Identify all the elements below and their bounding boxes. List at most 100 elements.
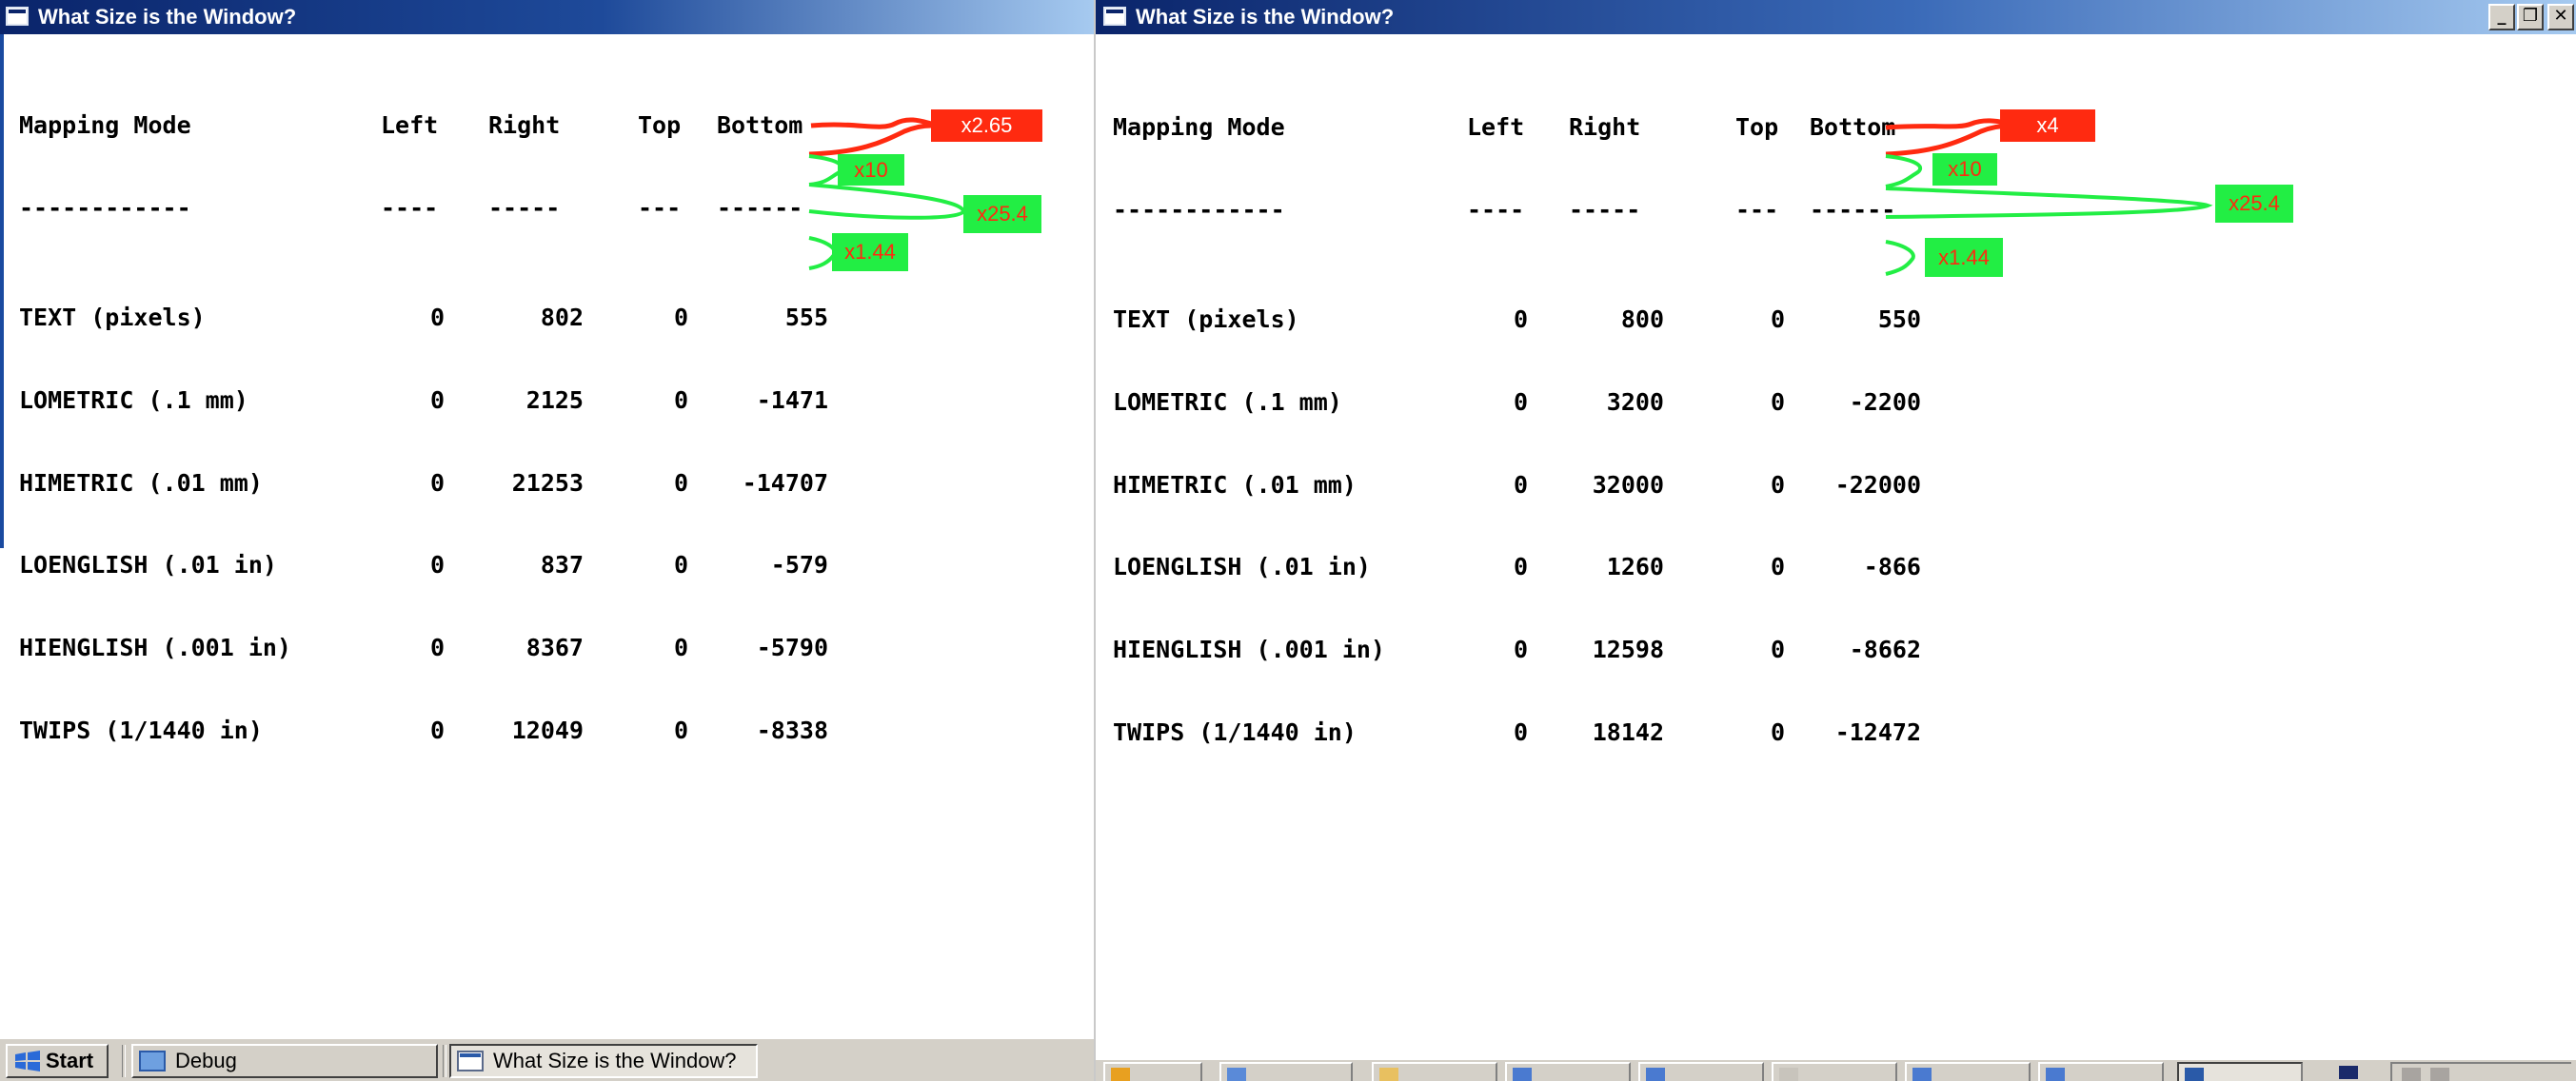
row-right-value: 1260	[1606, 553, 1664, 581]
ratio-label-text-lometric: x2.65	[931, 109, 1042, 142]
row-right-value: 12598	[1592, 636, 1664, 664]
window-icon	[2046, 1068, 2065, 1081]
left-window-titlebar[interactable]: What Size is the Window?	[0, 0, 1094, 34]
table-underline-row: ------------ ---- ----- --- ------	[1113, 196, 1895, 225]
table-row: TWIPS (1/1440 in) 0 12049 0 -8338	[19, 717, 828, 745]
minimize-button[interactable]: _	[2488, 4, 2515, 30]
row-mapping-mode: HIENGLISH (.001 in)	[19, 634, 291, 662]
quicklaunch-partial[interactable]	[1219, 1062, 1353, 1081]
underline-bottom: ------	[1810, 195, 1896, 224]
start-button[interactable]: Start	[6, 1044, 109, 1078]
taskbar-button-label: Debug	[175, 1049, 237, 1072]
right-window-title: What Size is the Window?	[1136, 5, 1395, 29]
start-logo-icon	[1111, 1068, 1130, 1081]
row-mapping-mode: LOMETRIC (.1 mm)	[1113, 388, 1342, 417]
header-right: Right	[1569, 113, 1641, 141]
row-left-value: 0	[429, 634, 445, 662]
start-label: Start	[46, 1049, 94, 1072]
row-right-value: 800	[1620, 305, 1664, 334]
ratio-label-text-lometric: x4	[2000, 109, 2095, 142]
underline-left: ----	[381, 193, 439, 222]
row-top-value: 0	[1770, 717, 1785, 746]
row-right-value: 3200	[1606, 388, 1664, 417]
header-left: Left	[381, 111, 439, 139]
row-top-value: 0	[1770, 470, 1785, 499]
row-left-value: 0	[429, 716, 445, 744]
right-window: What Size is the Window? _ ❐ ✕ Mapping M…	[1094, 0, 2576, 1081]
table-row: HIENGLISH (.001 in) 0 12598 0 -8662	[1113, 636, 1921, 664]
window-icon	[2185, 1068, 2204, 1081]
header-top: Top	[1735, 113, 1779, 141]
taskbar-button-active-partial[interactable]	[2177, 1062, 2303, 1081]
taskbar-button-what-size[interactable]: What Size is the Window?	[449, 1044, 758, 1078]
row-top-value: 0	[1770, 388, 1785, 417]
header-mapping-mode: Mapping Mode	[1113, 113, 1285, 141]
taskbar-partial	[1096, 1058, 2576, 1081]
row-top-value: 0	[673, 468, 688, 497]
desktop: What Size is the Window? Mapping Mode Le…	[0, 0, 2576, 1081]
table-header-row: Mapping Mode Left Right Top Bottom	[19, 111, 803, 140]
underline-right: -----	[1569, 195, 1641, 224]
underline-top: ---	[638, 193, 682, 222]
windows-logo-icon	[15, 1051, 40, 1071]
row-top-value: 0	[673, 551, 688, 580]
row-right-value: 21253	[511, 468, 584, 497]
row-top-value: 0	[673, 634, 688, 662]
folder-icon	[139, 1051, 166, 1071]
table-row: TEXT (pixels) 0 800 0 550	[1113, 306, 1921, 334]
quicklaunch-icon	[1227, 1068, 1246, 1081]
header-right: Right	[488, 111, 561, 139]
row-bottom-value: -579	[770, 551, 828, 580]
row-left-value: 0	[429, 386, 445, 415]
table-row: LOMETRIC (.1 mm) 0 2125 0 -1471	[19, 386, 828, 415]
taskbar-button-partial[interactable]	[1372, 1062, 1497, 1081]
restore-button[interactable]: ❐	[2517, 4, 2544, 30]
row-left-value: 0	[1513, 553, 1528, 581]
row-right-value: 802	[540, 304, 584, 332]
taskbar-start-partial[interactable]	[1103, 1062, 1202, 1081]
window-icon	[1646, 1068, 1665, 1081]
row-right-value: 12049	[511, 716, 584, 744]
tray-partial	[2333, 1062, 2371, 1081]
app-window-icon[interactable]	[1103, 7, 1126, 26]
green-brace-x1-44	[1885, 240, 1915, 276]
row-right-value: 18142	[1592, 717, 1664, 746]
header-mapping-mode: Mapping Mode	[19, 111, 191, 139]
row-left-value: 0	[1513, 636, 1528, 664]
window-icon	[1912, 1068, 1932, 1081]
taskbar-button-partial[interactable]	[1638, 1062, 1764, 1081]
row-top-value: 0	[673, 716, 688, 744]
row-bottom-value: -5790	[756, 634, 828, 662]
taskbar-button-debug[interactable]: Debug	[131, 1044, 438, 1078]
taskbar-button-partial[interactable]	[1772, 1062, 1897, 1081]
row-bottom-value: -2200	[1849, 388, 1921, 417]
header-top: Top	[638, 111, 682, 139]
right-window-titlebar[interactable]: What Size is the Window? _ ❐ ✕	[1096, 0, 2576, 34]
row-left-value: 0	[1513, 470, 1528, 499]
taskbar-button-partial[interactable]	[1505, 1062, 1631, 1081]
row-mapping-mode: TEXT (pixels)	[1113, 305, 1299, 334]
app-window-icon[interactable]	[6, 7, 29, 26]
taskbar: Start Debug What Size is the Window?	[0, 1037, 1094, 1081]
row-bottom-value: -8338	[756, 716, 828, 744]
row-bottom-value: -866	[1863, 553, 1921, 581]
taskbar-button-partial[interactable]	[1905, 1062, 2031, 1081]
row-mapping-mode: HIMETRIC (.01 mm)	[19, 468, 263, 497]
row-right-value: 2125	[525, 386, 584, 415]
taskbar-button-partial[interactable]	[2038, 1062, 2164, 1081]
right-mapping-table: Mapping Mode Left Right Top Bottom -----…	[1113, 59, 1921, 802]
table-underline-row: ------------ ---- ----- --- ------	[19, 194, 803, 223]
header-left: Left	[1467, 113, 1525, 141]
window-frame-edge	[0, 34, 4, 548]
close-button[interactable]: ✕	[2547, 4, 2574, 30]
row-mapping-mode: LOENGLISH (.01 in)	[1113, 553, 1371, 581]
underline-left: ----	[1467, 195, 1525, 224]
system-tray-partial	[2390, 1062, 2571, 1081]
tray-icon	[2339, 1066, 2358, 1079]
table-row: HIMETRIC (.01 mm) 0 32000 0 -22000	[1113, 471, 1921, 500]
row-bottom-value: -12472	[1834, 717, 1921, 746]
left-window: What Size is the Window? Mapping Mode Le…	[0, 0, 1094, 1037]
document-icon	[1779, 1068, 1798, 1081]
table-row: HIENGLISH (.001 in) 0 8367 0 -5790	[19, 634, 828, 662]
row-mapping-mode: LOENGLISH (.01 in)	[19, 551, 277, 580]
